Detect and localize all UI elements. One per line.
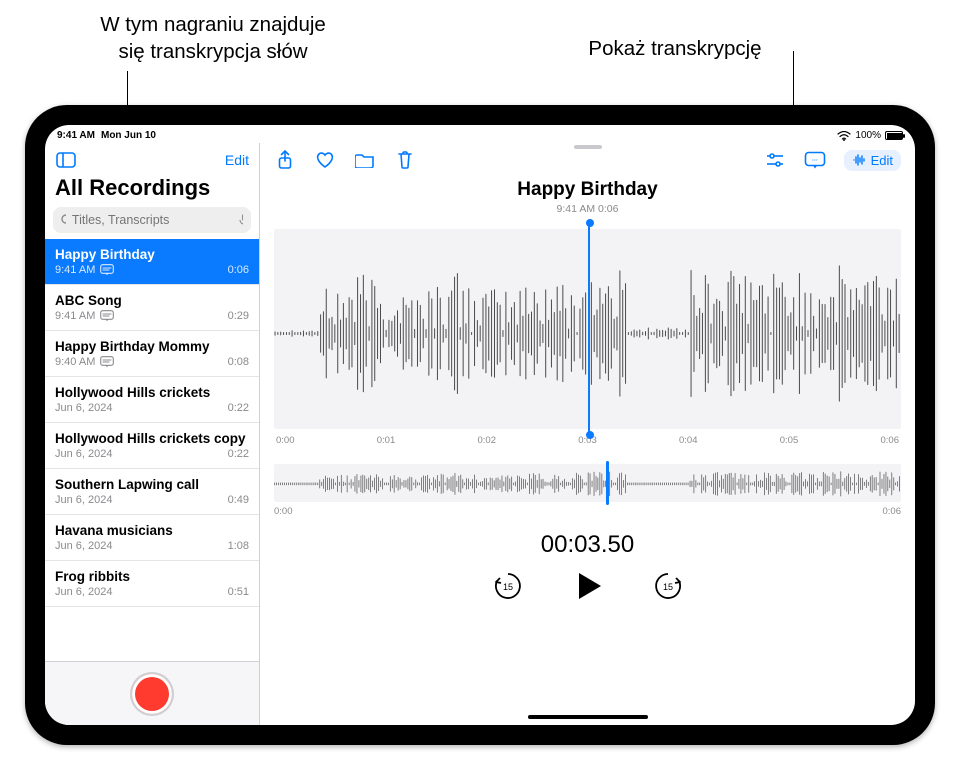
status-bar: 9:41 AM Mon Jun 10 100%: [45, 125, 915, 143]
mic-icon: [239, 213, 243, 227]
trash-icon: [397, 150, 413, 170]
recording-row-subtitle: Jun 6, 2024: [55, 402, 113, 414]
overview-marker[interactable]: [606, 461, 609, 505]
search-icon: [61, 214, 66, 226]
recording-row[interactable]: Southern Lapwing call Jun 6, 2024 0:49: [45, 469, 259, 515]
svg-text:15: 15: [662, 582, 672, 592]
recording-row-subtitle: Jun 6, 2024: [55, 540, 113, 552]
overview-start: 0:00: [274, 506, 293, 517]
skip-back-button[interactable]: 15: [491, 569, 525, 603]
search-field[interactable]: [53, 207, 251, 233]
recordings-list[interactable]: Happy Birthday 9:41 AM 0:06 ABC Song 9:41 AM…: [45, 239, 259, 661]
transcript-icon: ···: [804, 151, 826, 169]
search-input[interactable]: [72, 213, 233, 227]
recording-row[interactable]: Hollywood Hills crickets Jun 6, 2024 0:22: [45, 377, 259, 423]
recording-row-duration: 0:51: [228, 586, 249, 598]
svg-text:···: ···: [812, 158, 818, 164]
sidebar-edit-button[interactable]: Edit: [225, 152, 249, 168]
transcript-badge-icon: [100, 310, 114, 322]
play-icon: [579, 573, 601, 599]
sidebar: Edit All Recordings Happy Birthday 9:41 A…: [45, 143, 260, 725]
ipad-frame: 9:41 AM Mon Jun 10 100% Edit: [25, 105, 935, 745]
recording-row-title: Havana musicians: [55, 523, 249, 538]
recording-row-duration: 0:06: [228, 264, 249, 276]
status-battery-pct: 100%: [855, 130, 881, 141]
recording-row-duration: 0:49: [228, 494, 249, 506]
recording-row-subtitle: 9:40 AM: [55, 356, 95, 368]
status-time: 9:41 AM: [57, 130, 95, 141]
recording-row-subtitle: Jun 6, 2024: [55, 494, 113, 506]
wifi-icon: [837, 131, 851, 141]
waveform-main[interactable]: [274, 229, 901, 429]
toggle-sidebar-button[interactable]: [55, 149, 77, 171]
recording-row-subtitle: 9:41 AM: [55, 310, 95, 322]
favorite-button[interactable]: [314, 149, 336, 171]
transcript-badge-icon: [100, 264, 114, 276]
folder-icon: [355, 152, 375, 168]
share-button[interactable]: [274, 149, 296, 171]
recording-row-duration: 0:22: [228, 448, 249, 460]
screen: 9:41 AM Mon Jun 10 100% Edit: [45, 125, 915, 725]
waveform-icon: [852, 153, 866, 167]
waveform-overview[interactable]: [274, 464, 901, 502]
recording-row-title: Frog ribbits: [55, 569, 249, 584]
skip-forward-icon: 15: [653, 571, 683, 601]
edit-label: Edit: [871, 153, 893, 168]
recording-row-subtitle: Jun 6, 2024: [55, 586, 113, 598]
record-area: [45, 661, 259, 725]
share-icon: [277, 150, 293, 170]
sliders-icon: [765, 152, 785, 168]
callout-transcript-in-recording: W tym nagraniu znajduje się transkrypcja…: [83, 12, 343, 65]
sidebar-title: All Recordings: [45, 173, 259, 207]
callout-show-transcript: Pokaż transkrypcję: [560, 36, 790, 63]
recording-row[interactable]: Frog ribbits Jun 6, 2024 0:51: [45, 561, 259, 607]
svg-text:15: 15: [502, 582, 512, 592]
playback-timer: 00:03.50: [274, 531, 901, 559]
recording-row-duration: 0:29: [228, 310, 249, 322]
edit-recording-button[interactable]: Edit: [844, 150, 901, 171]
move-to-folder-button[interactable]: [354, 149, 376, 171]
recording-row-duration: 0:08: [228, 356, 249, 368]
recording-row-title: Hollywood Hills crickets: [55, 385, 249, 400]
recording-row[interactable]: Havana musicians Jun 6, 2024 1:08: [45, 515, 259, 561]
recording-row[interactable]: Hollywood Hills crickets copy Jun 6, 2024…: [45, 423, 259, 469]
recording-row-duration: 0:22: [228, 402, 249, 414]
recording-row-title: Happy Birthday: [55, 247, 249, 262]
recording-row-duration: 1:08: [228, 540, 249, 552]
playhead[interactable]: [588, 223, 590, 435]
recording-row-title: Happy Birthday Mommy: [55, 339, 249, 354]
overview-ruler: 0:00 0:06: [274, 506, 901, 517]
skip-forward-button[interactable]: 15: [651, 569, 685, 603]
recording-title: Happy Birthday: [274, 179, 901, 201]
recording-row-title: Hollywood Hills crickets copy: [55, 431, 249, 446]
recording-row-title: Southern Lapwing call: [55, 477, 249, 492]
delete-button[interactable]: [394, 149, 416, 171]
recording-row-subtitle: Jun 6, 2024: [55, 448, 113, 460]
recording-row[interactable]: ABC Song 9:41 AM 0:29: [45, 285, 259, 331]
callout-text: W tym nagraniu znajduje się transkrypcja…: [100, 13, 326, 63]
record-button[interactable]: [132, 674, 172, 714]
play-button[interactable]: [571, 569, 605, 603]
grabber-icon: [574, 145, 602, 149]
recording-subtitle: 9:41 AM 0:06: [274, 203, 901, 215]
overview-end: 0:06: [883, 506, 902, 517]
transcript-badge-icon: [100, 356, 114, 368]
recording-row-title: ABC Song: [55, 293, 249, 308]
callout-text: Pokaż transkrypcję: [588, 37, 761, 60]
detail-pane: ··· Edit Happy Birthday 9:41 AM 0:06: [260, 143, 915, 725]
panel-icon: [56, 152, 76, 168]
battery-icon: [885, 131, 903, 140]
home-indicator: [528, 715, 648, 719]
show-transcript-button[interactable]: ···: [804, 149, 826, 171]
recording-row[interactable]: Happy Birthday Mommy 9:40 AM 0:08: [45, 331, 259, 377]
skip-back-icon: 15: [493, 571, 523, 601]
status-date: Mon Jun 10: [101, 130, 156, 141]
recording-row[interactable]: Happy Birthday 9:41 AM 0:06: [45, 239, 259, 285]
playback-options-button[interactable]: [764, 149, 786, 171]
heart-icon: [315, 151, 335, 169]
recording-row-subtitle: 9:41 AM: [55, 264, 95, 276]
